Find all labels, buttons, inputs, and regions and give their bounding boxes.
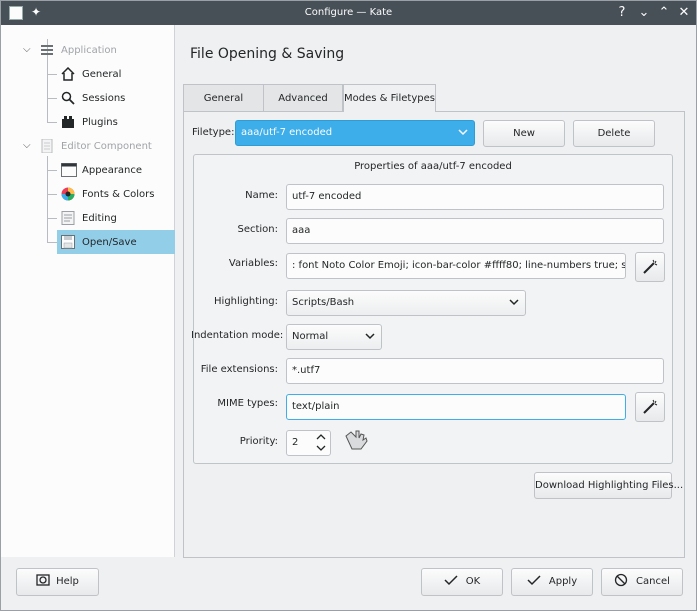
sidebar-item-label: Sessions: [82, 93, 126, 104]
sidebar-item-open-save[interactable]: Open/Save: [57, 230, 175, 254]
priority-label: Priority:: [239, 436, 278, 447]
help-lifebuoy-icon: [36, 574, 50, 586]
tree-line: [47, 74, 57, 75]
cancel-button-label: Cancel: [636, 576, 670, 587]
mime-types-input[interactable]: text/plain: [286, 394, 626, 420]
mime-types-edit-button[interactable]: [635, 392, 665, 422]
tree-line: [47, 156, 48, 242]
search-icon: [61, 91, 75, 105]
filetype-select[interactable]: aaa/utf-7 encoded: [235, 120, 475, 146]
new-filetype-button[interactable]: New: [483, 120, 565, 147]
tree-line: [47, 170, 57, 171]
sidebar-item-label: Fonts & Colors: [82, 189, 155, 200]
page-title: File Opening & Saving: [190, 46, 345, 62]
chevron-down-icon: [509, 291, 519, 315]
sidebar-item-label: Plugins: [82, 117, 118, 128]
configure-dialog: ✦ Configure — Kate ? ⌄ ⌃ ✕ ⌵ Application: [0, 0, 697, 611]
sidebar-item-editing[interactable]: Editing: [57, 206, 175, 230]
cancel-button[interactable]: Cancel: [601, 568, 683, 596]
help-button[interactable]: Help: [16, 568, 99, 596]
sidebar-item-fonts-colors[interactable]: Fonts & Colors: [57, 182, 175, 206]
section-input[interactable]: aaa: [286, 218, 664, 244]
menu-lines-icon: [39, 43, 55, 57]
tree-line: [47, 98, 57, 99]
help-button-label: Help: [56, 576, 79, 587]
title-bar: ✦ Configure — Kate ? ⌄ ⌃ ✕: [1, 1, 696, 25]
chevron-down-icon: [458, 121, 468, 145]
name-label: Name:: [245, 190, 278, 201]
spin-down-icon[interactable]: [316, 443, 326, 456]
name-input[interactable]: utf-7 encoded: [286, 184, 664, 210]
priority-spinbox[interactable]: 2: [286, 430, 331, 456]
color-wheel-icon: [61, 187, 75, 201]
sidebar-item-plugins[interactable]: Plugins: [57, 110, 175, 134]
variables-label: Variables:: [228, 258, 278, 269]
settings-sidebar: ⌵ Application General Sessions Plugins ⌵…: [1, 25, 175, 557]
ok-button-label: OK: [465, 576, 481, 587]
document-edit-icon: [61, 211, 75, 225]
ok-button[interactable]: OK: [421, 568, 503, 596]
checkmark-icon: [444, 575, 458, 586]
tree-line: [47, 218, 57, 219]
minimize-icon[interactable]: ⌄: [635, 4, 653, 22]
download-highlighting-button[interactable]: Download Highlighting Files...: [534, 472, 683, 499]
floppy-save-icon: [61, 235, 75, 249]
sidebar-item-general[interactable]: General: [57, 62, 175, 86]
window-appearance-icon: [61, 163, 77, 177]
home-icon: [61, 66, 75, 81]
indentation-mode-select[interactable]: Normal: [286, 324, 382, 350]
delete-filetype-button[interactable]: Delete: [573, 120, 655, 147]
highlighting-select-value: Scripts/Bash: [292, 297, 355, 308]
cancel-circle-icon: [614, 573, 628, 587]
tree-group-label: Application: [61, 45, 117, 56]
sidebar-item-label: Appearance: [82, 165, 143, 176]
file-extensions-label: File extensions:: [200, 364, 278, 375]
highlighting-label: Highlighting:: [214, 296, 278, 307]
hand-cursor-icon: [343, 428, 369, 452]
filetype-select-value: aaa/utf-7 encoded: [241, 127, 333, 138]
chevron-down-icon[interactable]: ⌵: [23, 44, 31, 55]
help-question-icon[interactable]: ?: [613, 4, 631, 22]
close-icon[interactable]: ✕: [675, 4, 693, 22]
maximize-icon[interactable]: ⌃: [655, 4, 673, 22]
chevron-down-icon[interactable]: ⌵: [23, 140, 31, 151]
tree-line: [47, 242, 57, 243]
plugin-icon: [61, 115, 75, 129]
sidebar-item-label: Editing: [82, 213, 117, 224]
tab-advanced[interactable]: Advanced: [263, 84, 343, 111]
apply-button[interactable]: Apply: [511, 568, 593, 596]
indentation-mode-value: Normal: [292, 331, 329, 342]
sidebar-item-label: Open/Save: [82, 237, 137, 248]
filetype-label: Filetype:: [192, 127, 235, 138]
highlighting-select[interactable]: Scripts/Bash: [286, 290, 526, 316]
tree-line: [47, 194, 57, 195]
tab-general[interactable]: General: [183, 84, 264, 111]
checkmark-icon: [527, 575, 541, 586]
section-label: Section:: [237, 224, 278, 235]
properties-group-title: Properties of aaa/utf-7 encoded: [354, 161, 512, 172]
apply-button-label: Apply: [548, 576, 578, 587]
tree-group-label: Editor Component: [61, 141, 152, 152]
magic-wand-icon: [643, 399, 658, 414]
sidebar-item-sessions[interactable]: Sessions: [57, 86, 175, 110]
sidebar-item-appearance[interactable]: Appearance: [57, 158, 175, 182]
variables-edit-button[interactable]: [635, 252, 665, 282]
document-icon: [39, 138, 55, 154]
variables-input[interactable]: : font Noto Color Emoji; icon-bar-color …: [286, 253, 626, 279]
tree-line: [47, 122, 57, 123]
indentation-mode-label: Indentation mode:: [191, 330, 284, 341]
mime-types-label: MIME types:: [217, 398, 278, 409]
chevron-down-icon: [365, 325, 375, 349]
magic-wand-icon: [643, 259, 658, 274]
priority-value: 2: [292, 437, 299, 448]
file-extensions-input[interactable]: *.utf7: [286, 358, 664, 384]
window-title: Configure — Kate: [304, 7, 393, 18]
tab-modes-filetypes[interactable]: Modes & Filetypes: [343, 84, 436, 112]
sidebar-item-label: General: [82, 69, 122, 80]
